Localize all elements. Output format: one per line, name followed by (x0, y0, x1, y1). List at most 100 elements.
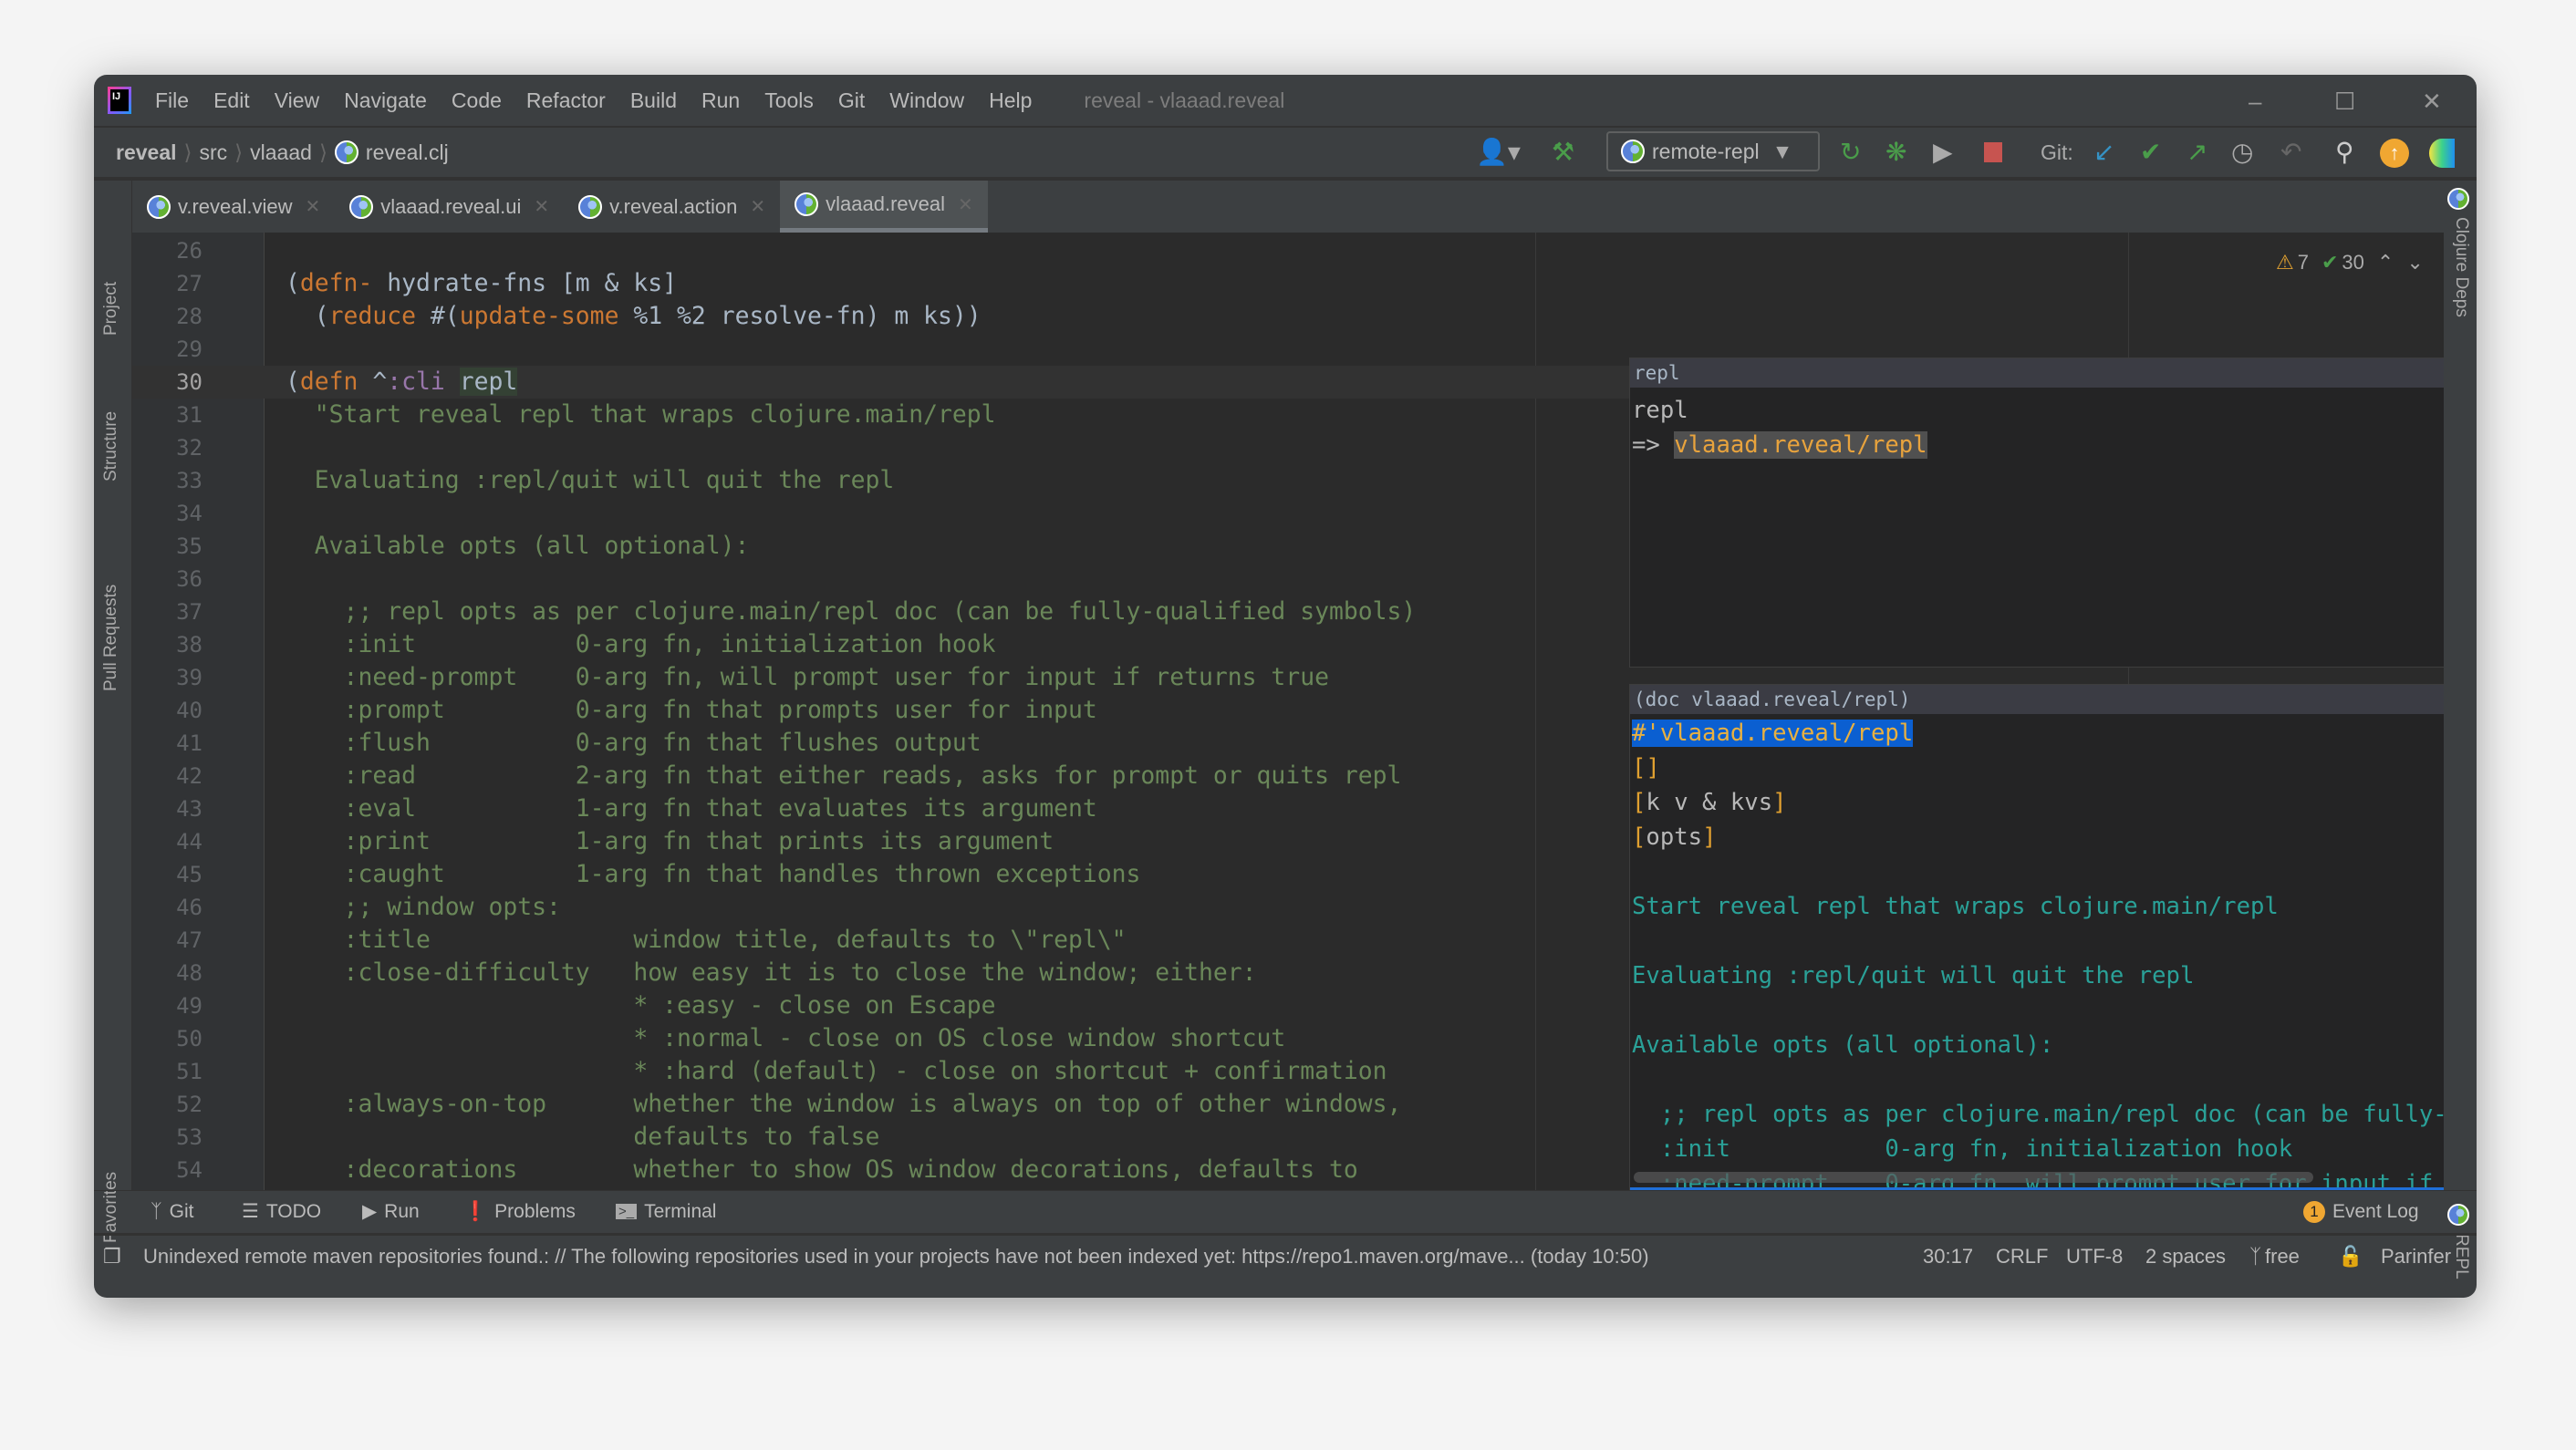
horizontal-scrollbar[interactable] (1634, 1172, 2313, 1183)
line-number[interactable]: 45 (132, 858, 203, 891)
tab-vlaaad-reveal[interactable]: vlaaad.reveal ✕ (780, 181, 988, 233)
breadcrumb-src[interactable]: src (200, 140, 228, 165)
breadcrumb-file[interactable]: reveal.clj (366, 140, 449, 165)
git-branch[interactable]: free (2265, 1245, 2300, 1269)
code-line[interactable]: 28 (reduce #(update-some %1 %2 resolve-f… (132, 300, 2444, 333)
code-text[interactable]: Evaluating :repl/quit will quit the repl (286, 464, 895, 497)
tool-terminal[interactable]: >_ Terminal (616, 1201, 716, 1223)
maximize-button[interactable]: ☐ (2334, 88, 2355, 116)
tool-pull-requests[interactable]: Pull Requests (101, 585, 121, 691)
doc-output[interactable]: #'vlaaad.reveal/repl[] [k v & kvs] [opts] S… (1630, 714, 2444, 1190)
close-tab-icon[interactable]: ✕ (958, 193, 973, 216)
menu-navigate[interactable]: Navigate (344, 88, 427, 113)
line-number[interactable]: 28 (132, 300, 203, 333)
line-number[interactable]: 35 (132, 530, 203, 563)
tool-project[interactable]: Project (101, 282, 121, 336)
menu-build[interactable]: Build (630, 88, 677, 113)
output-line[interactable]: Evaluating :repl/quit will quit the repl (1630, 958, 2444, 993)
doc-popup[interactable]: (doc vlaaad.reveal/repl)⧵ #'vlaaad.revea… (1629, 684, 2444, 1190)
previous-highlight-icon[interactable]: ⌃ (2377, 251, 2394, 274)
output-line[interactable]: [] (1630, 751, 2444, 785)
line-number[interactable]: 46 (132, 891, 203, 924)
menu-tools[interactable]: Tools (764, 88, 814, 113)
output-line[interactable]: Available opts (all optional): (1630, 1028, 2444, 1062)
code-text[interactable]: (defn ^:cli repl (286, 366, 518, 399)
code-text[interactable]: ;; window opts: (286, 891, 561, 924)
line-number[interactable]: 51 (132, 1055, 203, 1088)
close-tab-icon[interactable]: ✕ (534, 195, 549, 218)
line-number[interactable]: 47 (132, 924, 203, 957)
line-number[interactable]: 31 (132, 399, 203, 431)
toolbox-icon[interactable] (2429, 139, 2455, 168)
output-line[interactable]: repl (1630, 393, 2444, 428)
menu-window[interactable]: Window (889, 88, 964, 113)
line-number[interactable]: 42 (132, 760, 203, 792)
code-line[interactable]: 26 (132, 234, 2444, 267)
file-encoding[interactable]: UTF-8 (2066, 1245, 2123, 1269)
line-number[interactable]: 36 (132, 563, 203, 596)
output-line[interactable] (1630, 854, 2444, 889)
popup-header[interactable]: repl⧵ (1630, 358, 2444, 388)
line-number[interactable]: 26 (132, 234, 203, 267)
breadcrumb-vlaaad[interactable]: vlaaad (250, 140, 312, 165)
code-text[interactable]: "Start reveal repl that wraps clojure.ma… (286, 399, 996, 431)
line-number[interactable]: 29 (132, 333, 203, 366)
code-text[interactable]: :init 0-arg fn, initialization hook (286, 628, 996, 661)
line-number[interactable]: 33 (132, 464, 203, 497)
line-number[interactable]: 52 (132, 1088, 203, 1121)
coverage-icon[interactable]: ▶ (1933, 139, 1953, 166)
code-text[interactable]: :need-prompt 0-arg fn, will prompt user … (286, 661, 1329, 694)
code-text[interactable]: (reduce #(update-some %1 %2 resolve-fn) … (286, 300, 982, 333)
rerun-icon[interactable]: ↻ (1840, 139, 1861, 166)
inspection-widget[interactable]: ⚠ 7 ✔ 30 ⌃ ⌄ (2276, 251, 2424, 274)
code-editor[interactable]: 25 x))2627(defn- hydrate-fns [m & ks]28 … (132, 233, 2444, 1190)
code-text[interactable]: :prompt 0-arg fn that prompts user for i… (286, 694, 1097, 727)
search-icon[interactable]: ⚲ (2335, 139, 2354, 166)
menu-edit[interactable]: Edit (213, 88, 250, 113)
tab-vlaaad-reveal-ui[interactable]: vlaaad.reveal.ui ✕ (335, 181, 564, 233)
code-text[interactable]: :caught 1-arg fn that handles thrown exc… (286, 858, 1141, 891)
code-text[interactable]: :flush 0-arg fn that flushes output (286, 727, 982, 760)
menu-help[interactable]: Help (989, 88, 1032, 113)
line-number[interactable]: 41 (132, 727, 203, 760)
tool-todo[interactable]: ☰ TODO (242, 1200, 321, 1223)
line-number[interactable]: 50 (132, 1022, 203, 1055)
parinfer-mode[interactable]: Parinfer (2381, 1245, 2451, 1269)
code-text[interactable]: defaults to false (286, 1121, 879, 1154)
cursor-position[interactable]: 30:17 (1923, 1245, 1973, 1269)
line-number[interactable]: 30 (132, 366, 203, 399)
git-update-icon[interactable]: ↙ (2093, 139, 2114, 166)
line-number[interactable]: 37 (132, 596, 203, 628)
output-line[interactable] (1630, 1062, 2444, 1097)
output-line[interactable] (1630, 924, 2444, 958)
line-separator[interactable]: CRLF (1996, 1245, 2048, 1269)
line-number[interactable]: 54 (132, 1154, 203, 1186)
breadcrumb-project[interactable]: reveal (116, 140, 177, 165)
code-line[interactable]: 27 (defn- hydrate-fns [m & ks] (132, 267, 2444, 300)
code-text[interactable]: * :easy - close on Escape (286, 989, 995, 1022)
menu-refactor[interactable]: Refactor (526, 88, 606, 113)
line-number[interactable]: 49 (132, 989, 203, 1022)
code-text[interactable]: * :hard (default) - close on shortcut + … (286, 1055, 1387, 1088)
minimize-button[interactable]: – (2249, 88, 2261, 116)
history-icon[interactable]: ◷ (2231, 139, 2253, 166)
code-text[interactable]: :close-difficulty how easy it is to clos… (286, 957, 1257, 989)
close-tab-icon[interactable]: ✕ (750, 195, 765, 218)
git-push-icon[interactable]: ↗ (2186, 139, 2207, 166)
event-log-button[interactable]: 1 Event Log (2303, 1200, 2419, 1223)
tab-v-reveal-action[interactable]: v.reveal.action ✕ (564, 181, 780, 233)
code-text[interactable]: ;; repl opts as per clojure.main/repl do… (286, 596, 1417, 628)
toggle-tool-windows-icon[interactable]: ❐ (103, 1245, 121, 1269)
status-message[interactable]: Unindexed remote maven repositories foun… (143, 1245, 1649, 1269)
git-commit-icon[interactable]: ✔ (2140, 139, 2161, 166)
stop-icon[interactable] (1984, 142, 2002, 162)
popup-header[interactable]: (doc vlaaad.reveal/repl)⧵ (1630, 685, 2444, 714)
lock-icon[interactable]: 🔓 (2338, 1245, 2363, 1269)
run-configuration-select[interactable]: remote-repl ▼ (1606, 131, 1820, 171)
update-icon[interactable]: ↑ (2380, 139, 2409, 168)
next-highlight-icon[interactable]: ⌄ (2406, 251, 2423, 274)
code-text[interactable]: (defn- hydrate-fns [m & ks] (286, 267, 677, 300)
code-text[interactable]: * :normal - close on OS close window sho… (286, 1022, 1285, 1055)
user-icon[interactable]: 👤▾ (1476, 139, 1521, 166)
code-text[interactable]: :print 1-arg fn that prints its argument (286, 825, 1054, 858)
